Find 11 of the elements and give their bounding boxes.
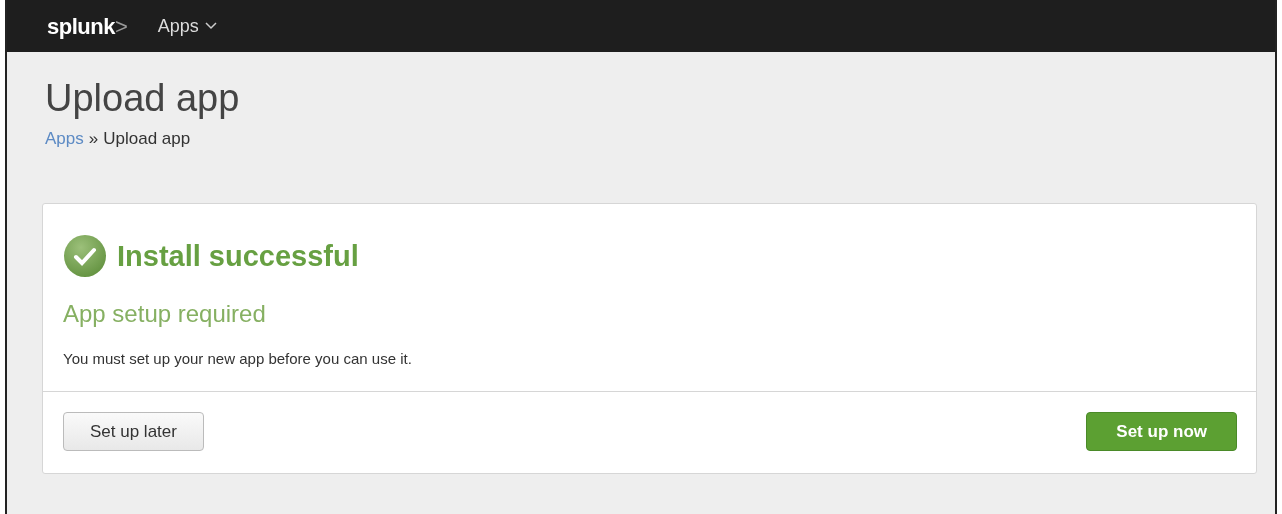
chevron-down-icon — [204, 22, 217, 30]
page-title: Upload app — [45, 78, 241, 120]
breadcrumb-separator: » — [88, 127, 99, 150]
set-up-later-button[interactable]: Set up later — [63, 411, 204, 452]
install-status-heading: Install successful — [117, 238, 359, 274]
breadcrumb-current: Upload app — [103, 127, 191, 150]
logo[interactable]: splunk> — [47, 9, 128, 43]
setup-message: You must set up your new app before you can use it. — [63, 349, 413, 370]
setup-required-subheading: App setup required — [63, 299, 267, 330]
success-check-icon — [63, 234, 107, 279]
apps-menu[interactable]: Apps — [157, 12, 217, 40]
